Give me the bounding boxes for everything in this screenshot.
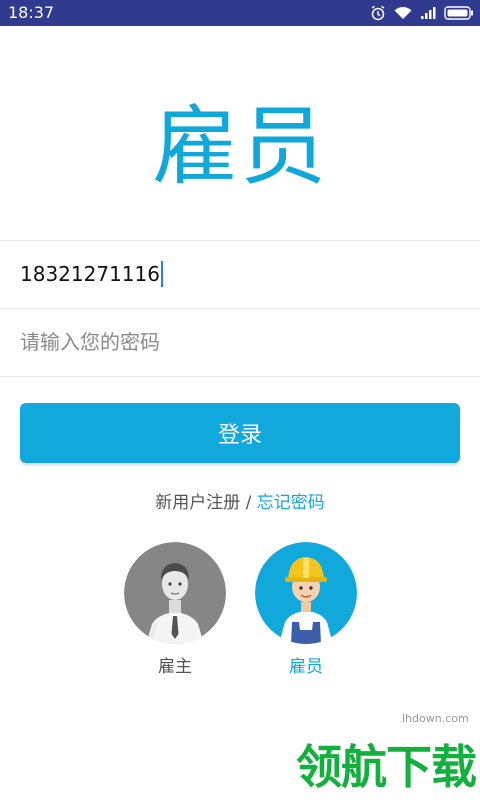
employer-label: 雇主 (158, 657, 192, 677)
employee-label: 雇员 (289, 657, 323, 677)
employer-avatar[interactable] (124, 542, 226, 644)
battery-icon (444, 6, 473, 20)
phone-value: 18321271116 (20, 262, 160, 286)
wifi-icon (394, 6, 412, 19)
login-button[interactable]: 登录 (20, 403, 460, 463)
phone-input[interactable]: 18321271116 (20, 244, 460, 304)
forgot-password-link[interactable]: 忘记密码 (257, 493, 325, 513)
register-link[interactable]: 新用户注册 (155, 493, 240, 513)
link-separator: / (240, 493, 257, 513)
text-cursor (160, 261, 163, 287)
divider (0, 240, 480, 241)
status-icons (370, 4, 474, 22)
password-input[interactable] (20, 312, 460, 372)
worker-icon (255, 542, 357, 644)
employer-icon (124, 542, 226, 644)
divider (0, 376, 480, 377)
signal-icon (421, 7, 436, 19)
watermark-site: lhdown.com (402, 712, 469, 725)
status-bar: 18:37 (0, 0, 480, 26)
status-time: 18:37 (8, 3, 55, 22)
alarm-icon (371, 5, 385, 21)
divider (0, 308, 480, 309)
watermark-brand: 领航下载 (296, 740, 477, 794)
page-title: 雇员 (152, 97, 328, 197)
employee-avatar[interactable] (255, 542, 357, 644)
auth-links: 新用户注册 / 忘记密码 (0, 488, 480, 513)
